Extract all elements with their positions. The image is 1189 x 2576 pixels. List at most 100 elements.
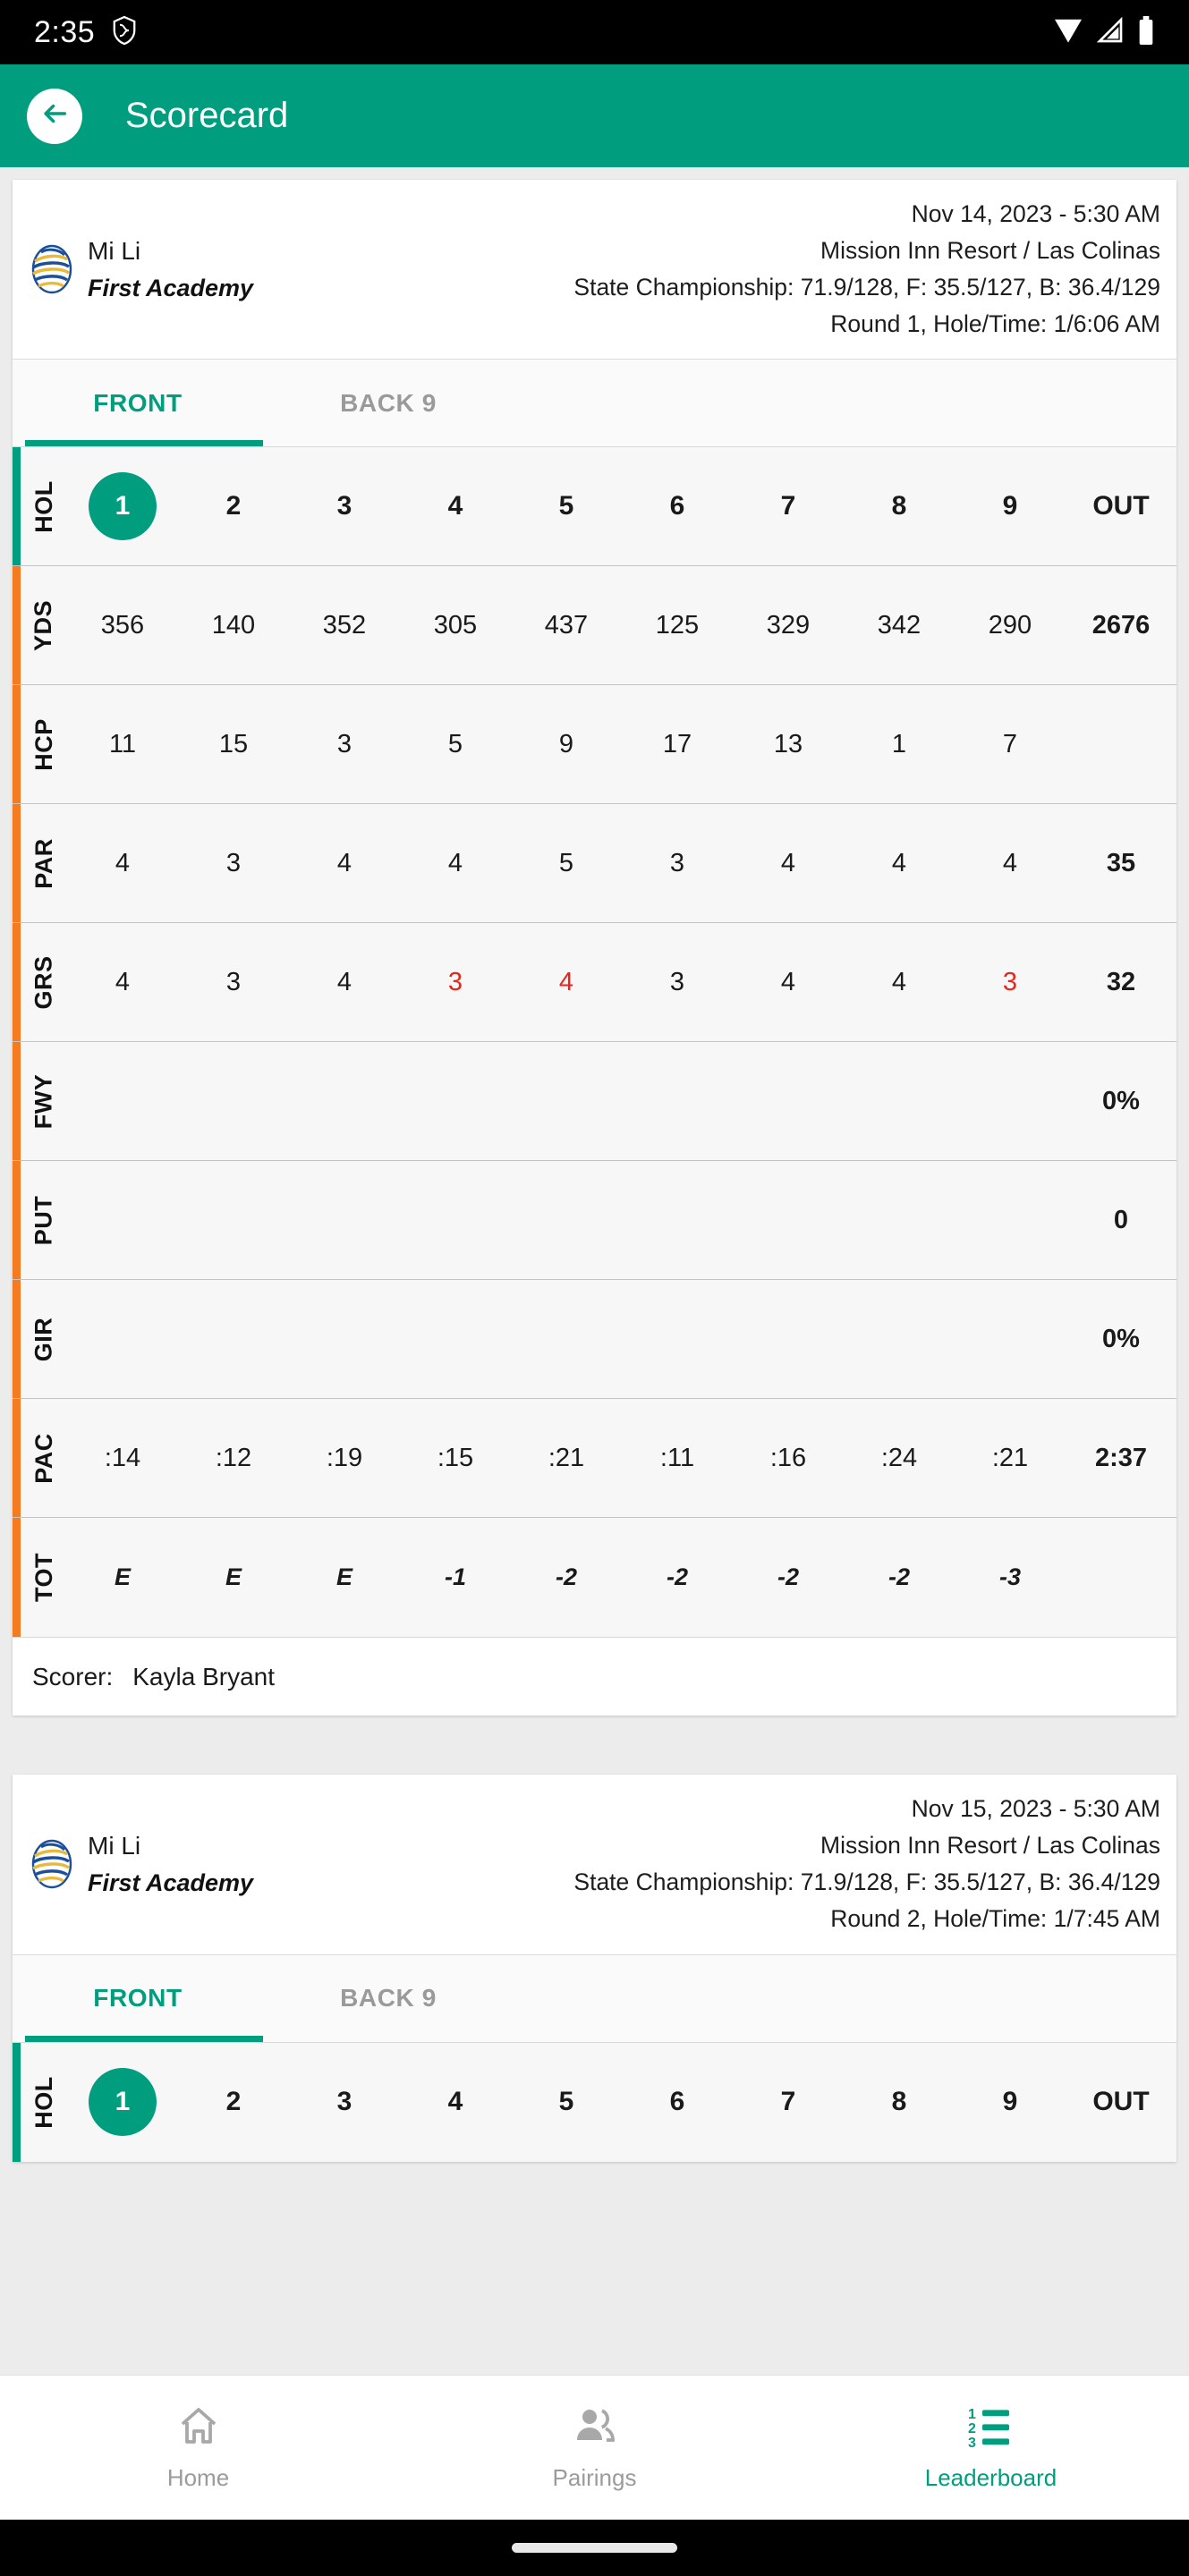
current-hole-chip[interactable]: 1 <box>89 472 157 541</box>
cell-fwy-9: 0% <box>1102 1086 1140 1115</box>
status-bar-left: 2:35 <box>34 15 138 50</box>
cell-yds-2: 352 <box>322 610 367 640</box>
scorecard-card: Mi Li First Academy Nov 14, 2023 - 5:30 … <box>13 180 1176 1716</box>
nav-item-leaderboard-label: Leaderboard <box>924 2463 1057 2491</box>
row-label: HOL <box>30 480 57 533</box>
page-title: Scorecard <box>125 96 289 135</box>
svg-text:3: 3 <box>968 2436 976 2447</box>
cell-grs-3: 3 <box>447 967 463 996</box>
cell-hol-4[interactable]: 5 <box>511 2087 622 2117</box>
round-date-time: Nov 15, 2023 - 5:30 AM <box>911 1795 1160 1823</box>
cell-hol-3[interactable]: 4 <box>400 2087 511 2117</box>
cell-hol-0[interactable]: 1 <box>67 2068 178 2136</box>
svg-text:2: 2 <box>968 2421 976 2436</box>
cell-hol-9[interactable]: OUT <box>1066 491 1176 521</box>
status-bar-clock: 2:35 <box>34 14 96 49</box>
tab-front[interactable]: FRONT <box>13 360 263 446</box>
row-cells: 0 <box>67 1161 1176 1279</box>
cell-hol-1[interactable]: 2 <box>178 491 289 521</box>
scorer-row: Scorer: Kayla Bryant <box>13 1637 1176 1716</box>
cell-hol-8[interactable]: 9 <box>955 491 1066 521</box>
row-accent-bar <box>13 1280 21 1399</box>
cell-hol-6[interactable]: 7 <box>733 491 844 521</box>
tab-back-9[interactable]: BACK 9 <box>263 1955 514 2042</box>
row-accent-bar <box>13 447 21 566</box>
cell-tot-4: -2 <box>555 1563 577 1591</box>
arrow-left-icon <box>39 98 70 133</box>
cell-pac-5: :11 <box>659 1443 695 1472</box>
cell-grs-9: 32 <box>1106 967 1136 996</box>
cell-par-4: 5 <box>558 848 574 877</box>
bottom-navigation: Home Pairings 1 2 3 Leaderboard <box>0 2375 1189 2520</box>
nine-tabs: FRONT BACK 9 <box>13 360 1176 448</box>
cell-hol-4[interactable]: 5 <box>511 491 622 521</box>
battery-icon <box>1137 15 1155 49</box>
cell-hol-5[interactable]: 6 <box>622 2087 733 2117</box>
row-accent-bar <box>13 685 21 804</box>
cell-hol-8[interactable]: 9 <box>955 2087 1066 2117</box>
cell-grs-0: 4 <box>115 967 131 996</box>
score-row-hcp: HCP 11 15 3 5 9 17 13 1 7 <box>13 685 1176 805</box>
cell-hol-3[interactable]: 4 <box>400 491 511 521</box>
nav-item-pairings[interactable]: Pairings <box>396 2376 793 2520</box>
scorer-name: Kayla Bryant <box>132 1662 275 1690</box>
team-crest-icon <box>25 242 73 297</box>
cell-pac-0: :14 <box>104 1443 141 1472</box>
row-cells: E E E -1 -2 -2 -2 -2 -3 <box>67 1518 1176 1637</box>
cell-hol-7[interactable]: 8 <box>844 491 955 521</box>
cell-tot-7: -2 <box>888 1563 910 1591</box>
row-cells: 4 3 4 3 4 3 4 4 3 32 <box>67 923 1176 1041</box>
cell-pac-7: :24 <box>880 1443 918 1472</box>
cell-grs-5: 3 <box>669 967 685 996</box>
cell-hol-2[interactable]: 3 <box>289 491 400 521</box>
tab-front[interactable]: FRONT <box>13 1955 263 2042</box>
row-label: HOL <box>30 2075 57 2129</box>
nav-item-home[interactable]: Home <box>0 2376 396 2520</box>
cell-pac-8: :21 <box>991 1443 1029 1472</box>
cell-yds-9: 2676 <box>1091 610 1151 640</box>
score-table: HOL 1 2 3 4 5 6 7 8 9 OUT <box>13 2042 1176 2162</box>
round-info-header: Mi Li First Academy Nov 14, 2023 - 5:30 … <box>13 180 1176 360</box>
nav-item-leaderboard[interactable]: 1 2 3 Leaderboard <box>793 2376 1189 2520</box>
scorecard-scroll-area[interactable]: Mi Li First Academy Nov 14, 2023 - 5:30 … <box>0 167 1189 2375</box>
home-icon <box>176 2404 221 2452</box>
gesture-pill[interactable] <box>512 2543 677 2553</box>
shield-icon <box>111 15 138 50</box>
row-cells: 1 2 3 4 5 6 7 8 9 OUT <box>67 447 1176 565</box>
cell-yds-5: 125 <box>655 610 700 640</box>
cell-hcp-8: 7 <box>1002 729 1018 758</box>
current-hole-chip[interactable]: 1 <box>89 2068 157 2136</box>
cell-hol-9[interactable]: OUT <box>1066 2087 1176 2117</box>
row-label: GIR <box>30 1317 57 1362</box>
cell-par-6: 4 <box>780 848 796 877</box>
cell-hol-1[interactable]: 2 <box>178 2087 289 2117</box>
tee-rating: State Championship: 71.9/128, F: 35.5/12… <box>573 1868 1160 1896</box>
cell-hol-7[interactable]: 8 <box>844 2087 955 2117</box>
back-button[interactable] <box>27 88 82 144</box>
row-cells: 11 15 3 5 9 17 13 1 7 <box>67 685 1176 803</box>
cell-grs-6: 4 <box>780 967 796 996</box>
cell-hol-5[interactable]: 6 <box>622 491 733 521</box>
row-accent-bar <box>13 1161 21 1280</box>
row-label: HCP <box>30 717 57 771</box>
score-row-gir: GIR 0% <box>13 1280 1176 1400</box>
score-row-hol: HOL 1 2 3 4 5 6 7 8 9 OUT <box>13 447 1176 567</box>
cell-hol-0[interactable]: 1 <box>67 472 178 541</box>
player-identity: Mi Li First Academy <box>88 233 253 307</box>
cell-hol-6[interactable]: 7 <box>733 2087 844 2117</box>
tab-back-9[interactable]: BACK 9 <box>263 360 514 446</box>
score-row-fwy: FWY 0% <box>13 1042 1176 1162</box>
player-name: Mi Li <box>88 1832 141 1860</box>
row-accent-bar <box>13 2042 21 2162</box>
row-cells: 0% <box>67 1280 1176 1398</box>
cell-grs-1: 3 <box>225 967 242 996</box>
tab-active-underline <box>25 2035 263 2042</box>
cell-pac-3: :15 <box>437 1443 474 1472</box>
cell-tot-8: -3 <box>998 1563 1021 1591</box>
score-row-yds: YDS 356 140 352 305 437 125 329 342 290 2676 <box>13 566 1176 686</box>
cell-hol-2[interactable]: 3 <box>289 2087 400 2117</box>
row-accent-bar <box>13 1399 21 1518</box>
player-identity: Mi Li First Academy <box>88 1827 253 1902</box>
cell-par-9: 35 <box>1106 848 1136 877</box>
tee-rating: State Championship: 71.9/128, F: 35.5/12… <box>573 274 1160 301</box>
